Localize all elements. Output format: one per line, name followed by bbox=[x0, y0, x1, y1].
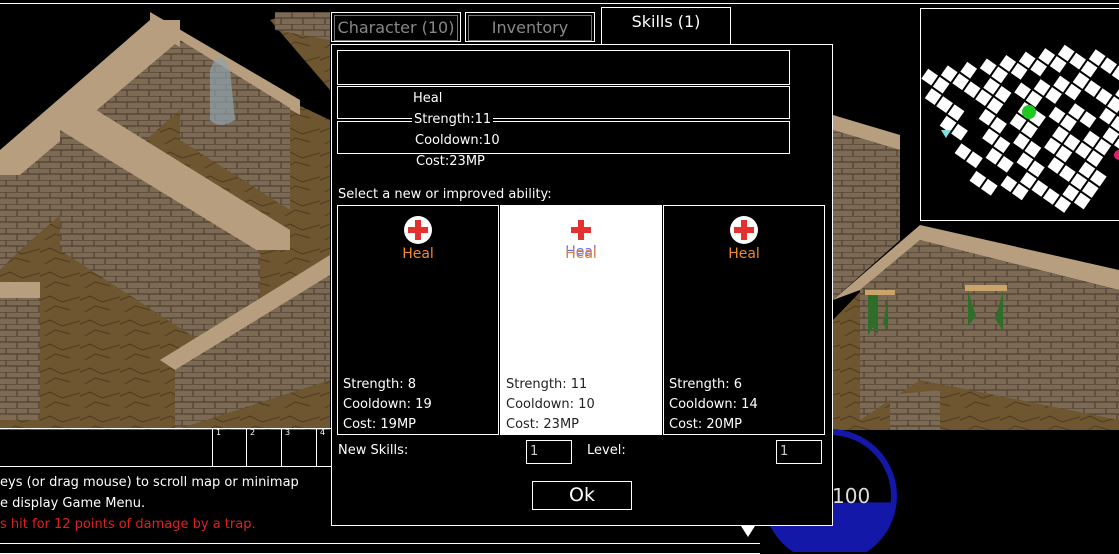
ability-cost: Cost: 23MP bbox=[506, 417, 580, 432]
hotbar-slot-number: 2 bbox=[250, 428, 256, 437]
ability-cooldown: Cooldown: 14 bbox=[669, 397, 758, 412]
level-field[interactable]: 1 bbox=[776, 440, 822, 464]
hotbar-slot-number: 4 bbox=[320, 428, 326, 437]
current-skill-strength: Strength:11 bbox=[412, 112, 494, 127]
scroll-down-arrow-icon[interactable] bbox=[741, 526, 755, 537]
ability-choice-1[interactable]: Heal Strength: 8 Cooldown: 19 Cost: 19MP bbox=[337, 205, 499, 435]
minimap[interactable] bbox=[920, 8, 1119, 221]
hotbar-slot-2[interactable]: 2 bbox=[246, 428, 280, 466]
hotbar-slot-number: 1 bbox=[216, 428, 222, 437]
hotbar-slot-number: 3 bbox=[285, 428, 291, 437]
select-ability-prompt: Select a new or improved ability: bbox=[338, 187, 552, 202]
new-skills-label: New Skills: bbox=[338, 443, 409, 458]
tab-inventory-label: Inventory bbox=[468, 15, 592, 41]
heal-cross-icon bbox=[404, 216, 432, 244]
current-skill-cooldown: Cooldown:10 bbox=[413, 133, 502, 148]
heal-cross-icon bbox=[567, 216, 595, 244]
message-line-damage: s hit for 12 points of damage by a trap. bbox=[0, 517, 256, 532]
ability-cost: Cost: 20MP bbox=[669, 417, 743, 432]
message-line: e display Game Menu. bbox=[0, 496, 146, 511]
hotbar-slot-3[interactable]: 3 bbox=[281, 428, 315, 466]
ability-strength: Strength: 8 bbox=[343, 377, 417, 392]
skill-info-box bbox=[337, 121, 790, 154]
ability-strength: Strength: 6 bbox=[669, 377, 743, 392]
current-skill-name: Heal bbox=[411, 91, 445, 106]
ability-strength: Strength: 11 bbox=[506, 377, 588, 392]
ability-cost: Cost: 19MP bbox=[343, 417, 417, 432]
minimap-tiles bbox=[921, 44, 1119, 213]
new-skills-field[interactable]: 1 bbox=[526, 440, 572, 464]
bottom-status-bar bbox=[0, 543, 760, 554]
ability-name: Heal bbox=[565, 246, 597, 262]
ability-name: Heal bbox=[402, 246, 434, 262]
tab-character[interactable]: Character (10) bbox=[331, 12, 461, 42]
heal-cross-icon bbox=[730, 216, 758, 244]
ability-cooldown: Cooldown: 19 bbox=[343, 397, 432, 412]
hotbar-slot-1[interactable]: 1 bbox=[212, 428, 246, 466]
ability-cooldown: Cooldown: 10 bbox=[506, 397, 595, 412]
mana-value: 100 bbox=[832, 484, 871, 508]
ability-choice-3[interactable]: Heal Strength: 6 Cooldown: 14 Cost: 20MP bbox=[663, 205, 825, 435]
ability-name: Heal bbox=[728, 246, 760, 262]
enemy-marker-icon bbox=[1114, 150, 1119, 160]
player-marker-icon bbox=[1022, 105, 1036, 119]
message-line: eys (or drag mouse) to scroll map or min… bbox=[0, 475, 299, 490]
ability-choice-2[interactable]: Heal Strength: 11 Cooldown: 10 Cost: 23M… bbox=[500, 205, 662, 435]
ok-button[interactable]: Ok bbox=[532, 481, 632, 510]
skill-info-box bbox=[337, 86, 790, 119]
tab-character-label: Character (10) bbox=[334, 15, 458, 41]
level-label: Level: bbox=[587, 443, 626, 458]
current-skill-cost: Cost:23MP bbox=[414, 154, 487, 169]
marker-triangle-icon bbox=[941, 130, 951, 138]
skills-dialog: Heal Strength:11 Cooldown:10 Cost:23MP S… bbox=[331, 44, 833, 526]
tab-skills-label: Skills (1) bbox=[631, 12, 701, 31]
tab-skills[interactable]: Skills (1) bbox=[601, 7, 731, 45]
skill-title-box bbox=[337, 50, 790, 85]
tab-inventory[interactable]: Inventory bbox=[465, 12, 595, 42]
